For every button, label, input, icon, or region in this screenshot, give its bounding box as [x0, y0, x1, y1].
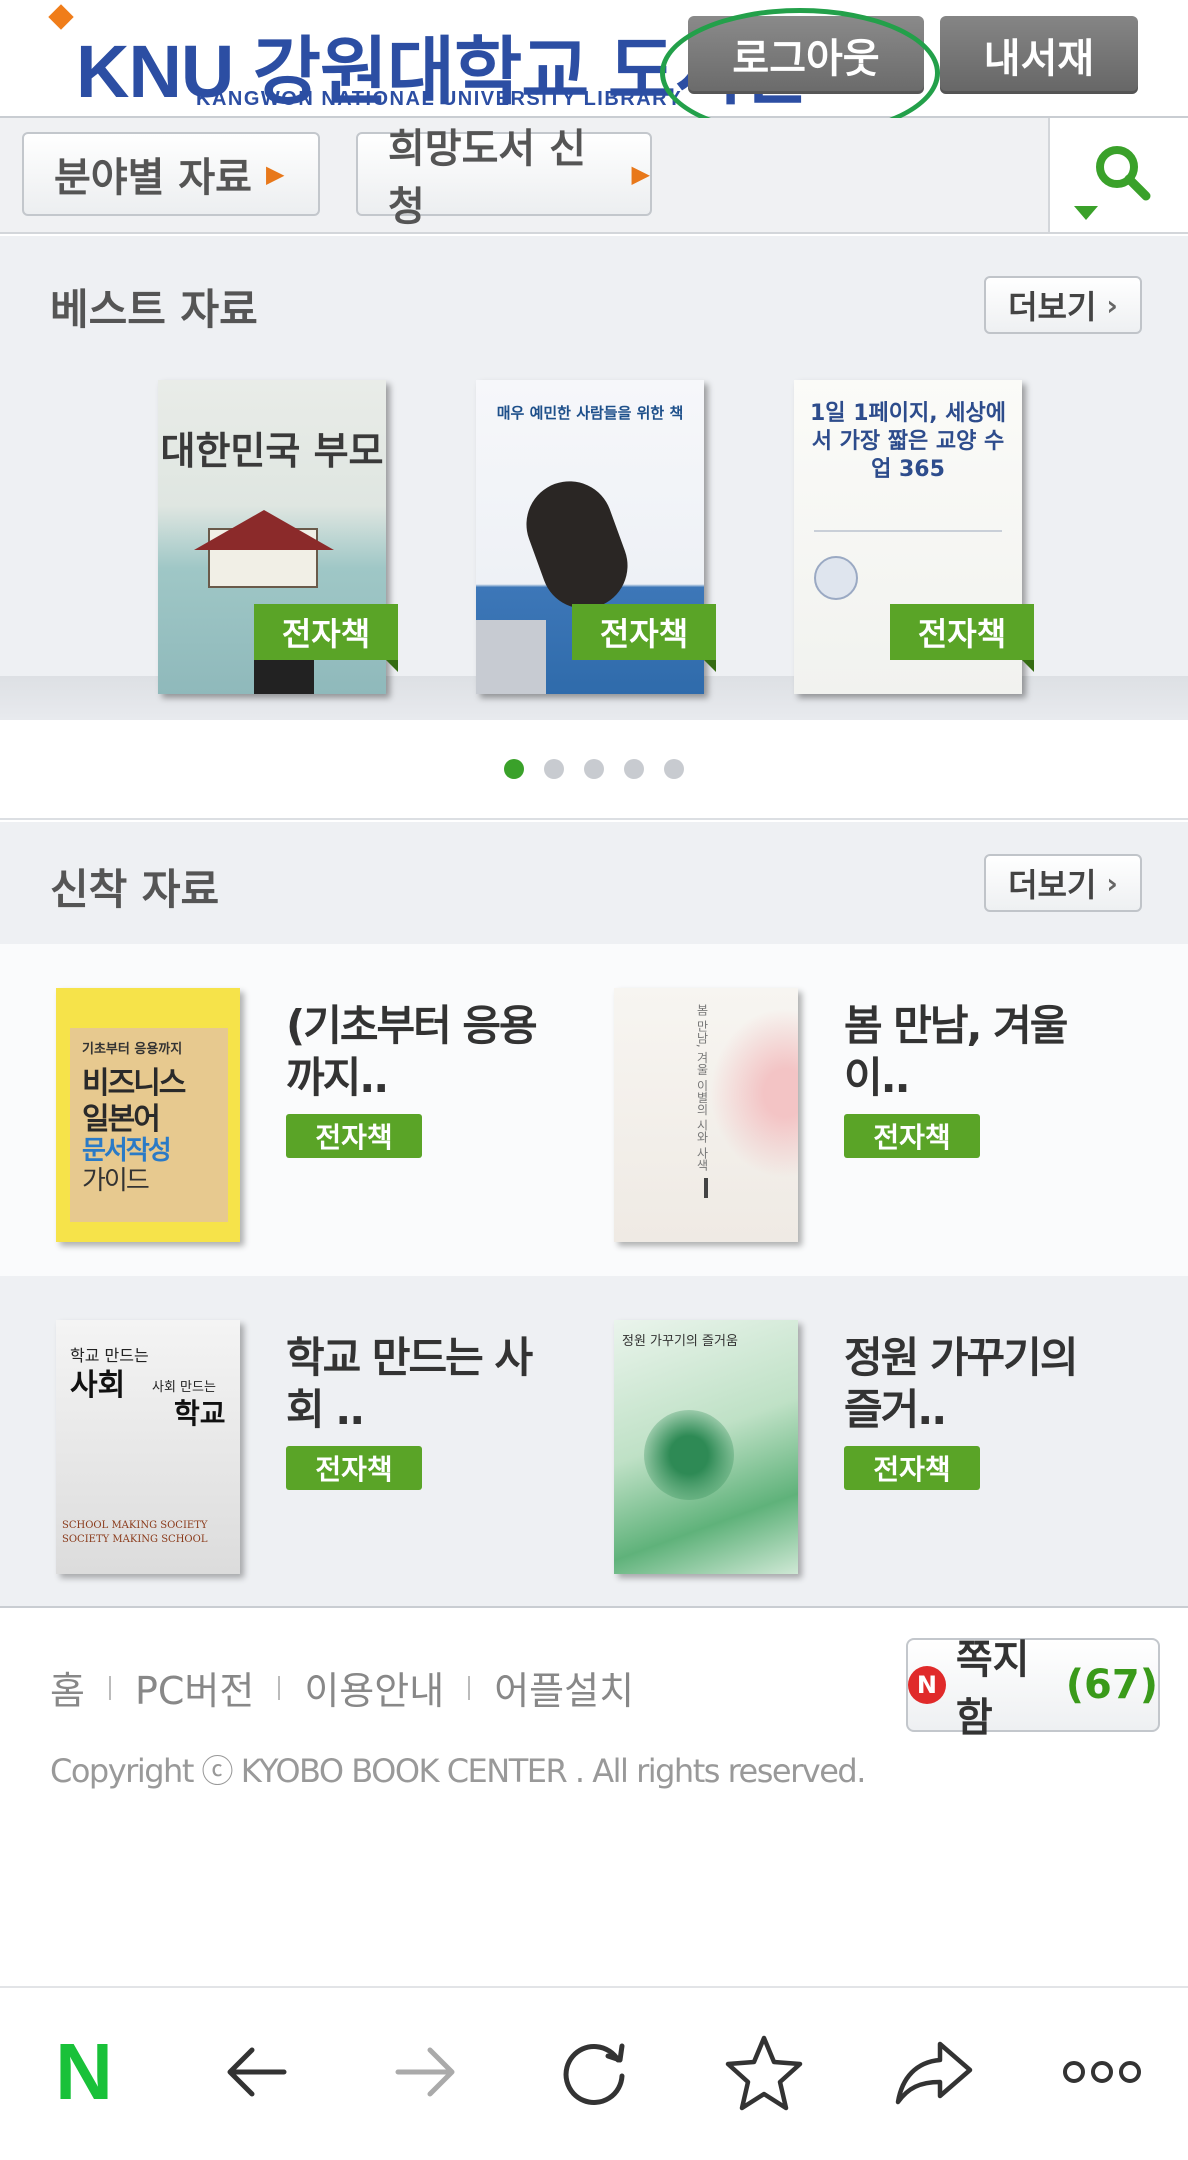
back-arrow-svg [227, 2047, 287, 2097]
best-book-cover[interactable]: 매우 예민한 사람들을 위한 책 전자책 [476, 380, 716, 694]
cover-title: 1일 1페이지, 세상에서 가장 짧은 교양 수업 365 [810, 401, 1006, 482]
footer-link-home[interactable]: 홈 [50, 1660, 85, 1715]
ebook-tag: 전자책 [844, 1114, 980, 1158]
ebook-tag: 전자책 [286, 1114, 422, 1158]
cover-line: 기초부터 응용까지 [82, 1042, 183, 1057]
ebook-tag: 전자책 [572, 604, 716, 672]
link-separator [278, 1675, 281, 1700]
knu-library-logo[interactable]: KNU 강원대학교 도서관 KANGWON NATIONAL UNIVERSIT… [48, 4, 810, 114]
triangle-right-icon: ▶ [631, 160, 650, 188]
new-more-button[interactable]: 더보기 › [984, 854, 1142, 912]
naver-n-letter: N [55, 2027, 113, 2116]
new-section-title: 신착 자료 [50, 865, 220, 914]
link-separator [108, 1675, 111, 1700]
carousel-pagination [0, 720, 1188, 820]
menu-bar: 분야별 자료 ▶ 희망도서 신청 ▶ [0, 118, 1188, 234]
dropdown-triangle-icon [1074, 206, 1098, 220]
cover-author-photo [476, 620, 546, 694]
new-book-title[interactable]: (기초부터 응용까지.. [286, 1000, 538, 1104]
new-book-cover[interactable]: 봄 만남, 겨울 이별의 시와 사색 [614, 988, 798, 1242]
copyright-text: Copyright ⓒ KYOBO BOOK CENTER . All righ… [50, 1752, 866, 1790]
cover-divider [814, 530, 1002, 532]
ebook-tag: 전자책 [844, 1446, 980, 1490]
triangle-right-icon: ▶ [265, 160, 285, 188]
cover-line: SCHOOL MAKING SOCIETY [62, 1520, 208, 1531]
best-more-button[interactable]: 더보기 › [984, 276, 1142, 334]
cover-figure [704, 1178, 708, 1198]
ebook-tag: 전자책 [254, 604, 398, 672]
cover-badge [814, 556, 858, 600]
book-request-label: 희망도서 신청 [388, 126, 586, 230]
cover-seeds-illustration [514, 469, 640, 621]
new-arrivals-header: 신착 자료 더보기 › [0, 822, 1188, 944]
footer-link-app[interactable]: 어플설치 [494, 1660, 634, 1715]
cover-blossom-illustration [710, 1008, 798, 1178]
footer-link-pc[interactable]: PC버전 [135, 1660, 254, 1715]
link-separator [468, 1675, 471, 1700]
message-count: (67) [1065, 1662, 1158, 1708]
my-library-button[interactable]: 내서재 [940, 16, 1138, 94]
message-box-label: 쪽지함 [955, 1637, 1030, 1741]
logo-accent-dot [48, 4, 74, 30]
best-section-title: 베스트 자료 [50, 285, 258, 334]
cover-title: 매우 예민한 사람들을 위한 책 [496, 404, 684, 422]
page-dot-4[interactable] [624, 759, 644, 779]
search-button[interactable] [1048, 118, 1188, 232]
page-dot-5[interactable] [664, 759, 684, 779]
cover-line: 정원 가꾸기의 즐거움 [622, 1334, 738, 1349]
more-label: 더보기 [1008, 288, 1097, 326]
page-dot-2[interactable] [544, 759, 564, 779]
new-book-cover[interactable]: 기초부터 응용까지 비즈니스 일본어 문서작성 가이드 [56, 988, 240, 1242]
new-book-cover[interactable]: 정원 가꾸기의 즐거움 [614, 1320, 798, 1574]
chevron-right-icon: › [1106, 866, 1118, 900]
more-label: 더보기 [1008, 866, 1097, 904]
bookmark-star-icon[interactable] [714, 2022, 814, 2122]
new-arrivals-row: 기초부터 응용까지 비즈니스 일본어 문서작성 가이드 (기초부터 응용까지..… [0, 944, 1188, 1276]
best-book-cover[interactable]: 1일 1페이지, 세상에서 가장 짧은 교양 수업 365 전자책 [794, 380, 1034, 694]
more-dots-svg [1063, 2061, 1141, 2083]
ebook-tag: 전자책 [890, 604, 1034, 672]
category-button-label: 분야별 자료 [54, 155, 252, 201]
book-request-button[interactable]: 희망도서 신청 ▶ [356, 126, 652, 230]
new-book-cover[interactable]: 학교 만드는 사회 사회 만드는 학교 SCHOOL MAKING SOCIET… [56, 1320, 240, 1574]
forward-arrow-svg [395, 2047, 455, 2097]
cover-line: 가이드 [82, 1166, 150, 1196]
chevron-right-icon: › [1106, 288, 1118, 322]
browser-bottom-bar: N [0, 1986, 1188, 2160]
message-box-button[interactable]: N 쪽지함 (67) [906, 1637, 1160, 1741]
new-book-title[interactable]: 봄 만남, 겨울 이.. [844, 1000, 1094, 1104]
page-dot-3[interactable] [584, 759, 604, 779]
share-icon[interactable] [884, 2022, 984, 2122]
top-header: KNU 강원대학교 도서관 KANGWON NATIONAL UNIVERSIT… [0, 0, 1188, 138]
refresh-icon[interactable] [544, 2022, 644, 2122]
search-icon [1096, 146, 1151, 201]
cover-line: SOCIETY MAKING SCHOOL [62, 1534, 208, 1545]
logo-subtitle: KANGWON NATIONAL UNIVERSITY LIBRARY [196, 88, 683, 110]
footer-link-guide[interactable]: 이용안내 [304, 1660, 444, 1715]
page-footer: 홈 PC버전 이용안내 어플설치 Copyright ⓒ KYOBO BOOK … [0, 1614, 1188, 1984]
new-book-title[interactable]: 정원 가꾸기의 즐거.. [844, 1332, 1094, 1436]
new-arrivals-row: 학교 만드는 사회 사회 만드는 학교 SCHOOL MAKING SOCIET… [0, 1276, 1188, 1608]
cover-line: 봄 만남, 겨울 이별의 시와 사색 [695, 1004, 709, 1171]
cover-flower-illustration [644, 1410, 734, 1500]
cover-title: 대한민국 부모 [160, 428, 384, 473]
footer-links: 홈 PC버전 이용안내 어플설치 [50, 1660, 634, 1715]
ebook-tag: 전자책 [286, 1446, 422, 1490]
cover-line: 학교 [174, 1397, 226, 1430]
forward-arrow-icon[interactable] [376, 2022, 476, 2122]
more-dots-icon[interactable] [1052, 2022, 1152, 2122]
category-button[interactable]: 분야별 자료 ▶ [22, 132, 320, 216]
star-svg [725, 2035, 803, 2111]
share-svg [895, 2041, 973, 2105]
back-arrow-icon[interactable] [206, 2022, 306, 2122]
refresh-svg [563, 2043, 625, 2105]
cover-line: 사회 [70, 1368, 126, 1403]
best-book-cover[interactable]: 대한민국 부모 전자책 [158, 380, 398, 694]
cover-roof-illustration [194, 510, 334, 550]
naver-n-badge-icon: N [908, 1666, 946, 1704]
page-dot-1[interactable] [504, 759, 524, 779]
new-book-title[interactable]: 학교 만드는 사회 .. [286, 1332, 536, 1436]
naver-home-icon[interactable]: N [34, 2022, 134, 2122]
